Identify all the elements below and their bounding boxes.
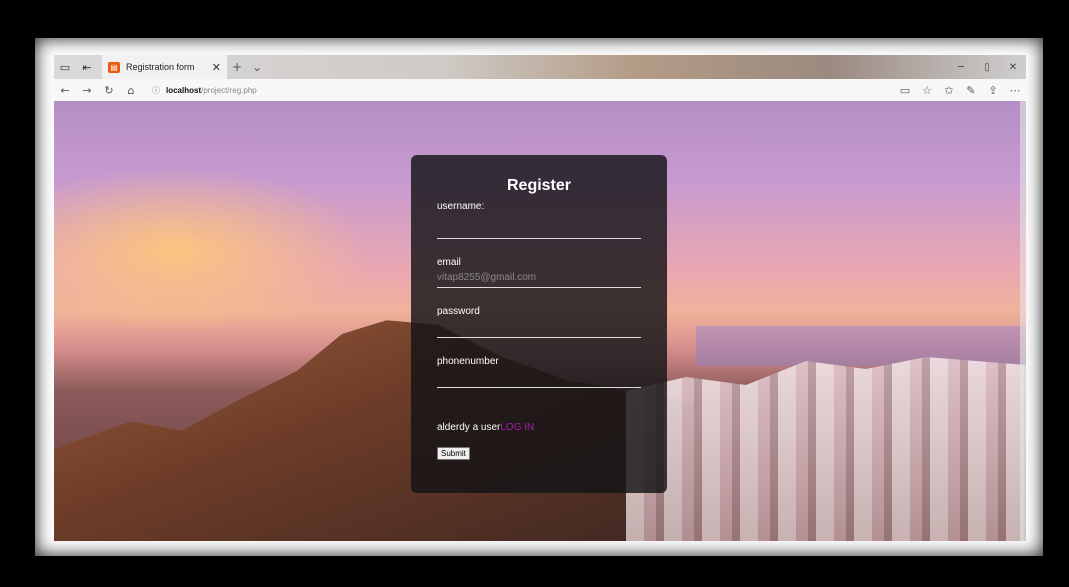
more-icon[interactable]: ⋯: [1004, 79, 1026, 101]
username-input[interactable]: [437, 218, 641, 239]
refresh-icon[interactable]: ↻: [98, 79, 120, 101]
phonenumber-input[interactable]: [437, 367, 641, 388]
plus-icon[interactable]: +: [227, 60, 247, 74]
close-icon[interactable]: ✕: [1000, 55, 1026, 79]
pen-icon[interactable]: ✎: [960, 79, 982, 101]
chevron-down-icon[interactable]: ⌄: [247, 60, 267, 74]
background-sea: [696, 326, 1026, 366]
tab-actions-icon[interactable]: ▭: [54, 55, 76, 79]
star-icon[interactable]: ☆: [916, 79, 938, 101]
url-path: /project/reg.php: [201, 85, 257, 95]
close-tab-icon[interactable]: ✕: [212, 61, 221, 74]
login-prefix: alderdy a user: [437, 422, 501, 433]
maximize-icon[interactable]: ▯: [974, 55, 1000, 79]
background-town: [626, 357, 1026, 541]
page-icon: ▤: [108, 61, 120, 73]
page-content: Register username: email password phonen…: [54, 101, 1026, 541]
set-aside-tabs-icon[interactable]: ⇤: [76, 55, 98, 79]
phonenumber-label: phonenumber: [437, 356, 499, 367]
url-host: localhost: [166, 85, 202, 95]
tab-strip: ▭ ⇤ ▤ Registration form ✕ + ⌄ ─ ▯ ✕: [54, 55, 1026, 79]
forward-arrow-icon[interactable]: →: [76, 79, 98, 101]
page-scrollbar[interactable]: [1020, 101, 1026, 541]
form-title: Register: [506, 177, 572, 194]
share-icon[interactable]: ⇪: [982, 79, 1004, 101]
browser-window: ▭ ⇤ ▤ Registration form ✕ + ⌄ ─ ▯ ✕ ← → …: [54, 55, 1026, 541]
back-arrow-icon[interactable]: ←: [54, 79, 76, 101]
submit-button[interactable]: Submit: [437, 447, 470, 460]
email-label: email: [437, 257, 461, 268]
login-link[interactable]: LOG IN: [500, 422, 534, 433]
window-controls: ─ ▯ ✕: [948, 55, 1026, 79]
registration-form: Register username: email password phonen…: [411, 155, 667, 493]
password-input[interactable]: [437, 317, 641, 338]
minimize-icon[interactable]: ─: [948, 55, 974, 79]
tab-title: Registration form: [126, 62, 195, 72]
address-toolbar: ← → ↻ ⌂ ⓘ localhost/project/reg.php ▭ ☆ …: [54, 79, 1026, 102]
username-label: username:: [437, 201, 485, 212]
info-icon[interactable]: ⓘ: [152, 85, 160, 96]
favorites-icon[interactable]: ✩: [938, 79, 960, 101]
password-label: password: [437, 306, 480, 317]
toolbar-right: ▭ ☆ ✩ ✎ ⇪ ⋯: [894, 79, 1026, 101]
email-input[interactable]: [437, 268, 641, 288]
home-icon[interactable]: ⌂: [120, 79, 142, 101]
reading-view-icon[interactable]: ▭: [894, 79, 916, 101]
tab-registration-form[interactable]: ▤ Registration form ✕: [102, 55, 227, 79]
login-prompt: alderdy a userLOG IN: [437, 422, 641, 433]
address-bar[interactable]: ⓘ localhost/project/reg.php: [152, 85, 894, 96]
